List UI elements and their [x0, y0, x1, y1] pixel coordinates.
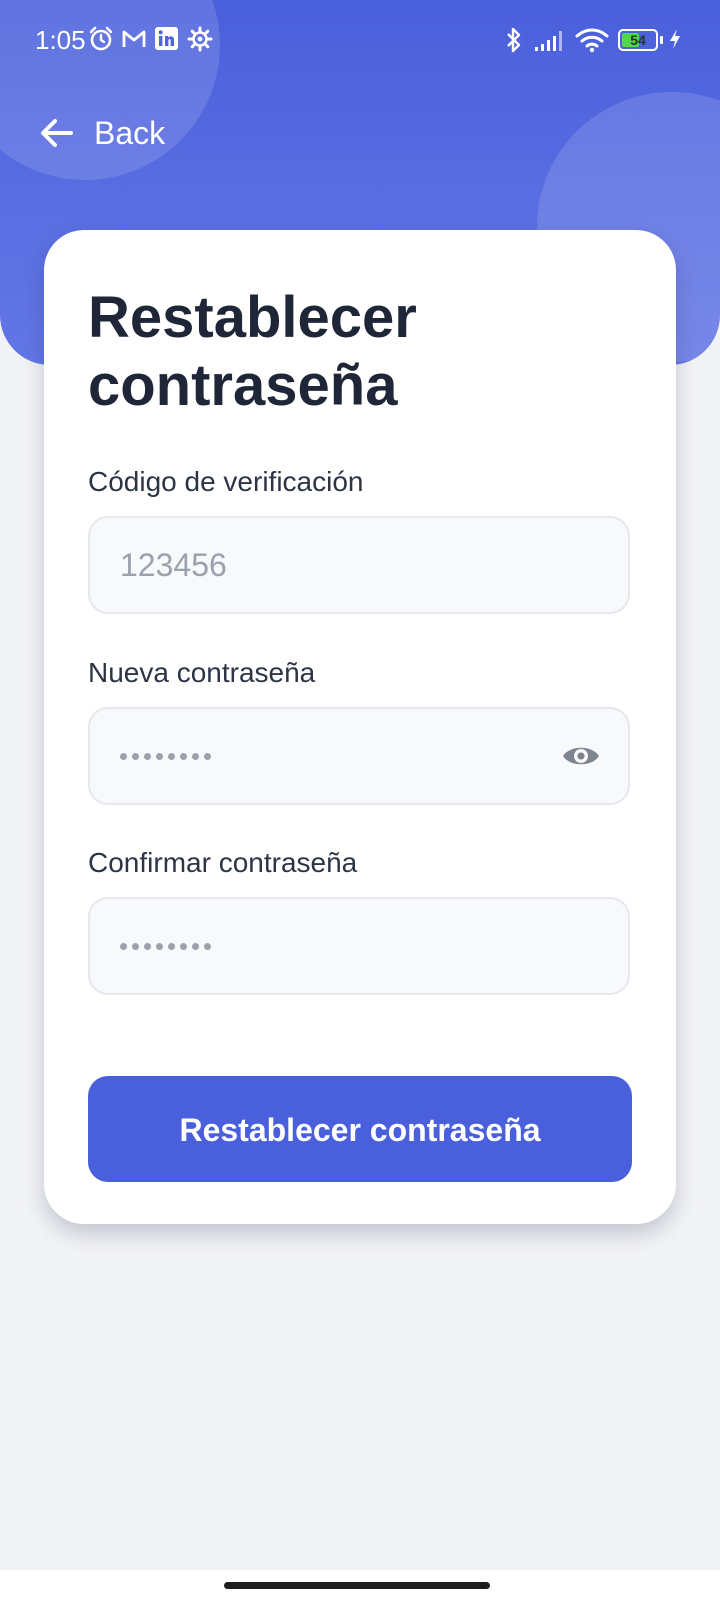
linkedin-icon	[155, 27, 178, 50]
status-time: 1:05	[35, 25, 86, 55]
verification-code-input[interactable]: 123456	[88, 516, 630, 614]
signal-icon	[535, 31, 562, 51]
new-password-label: Nueva contraseña	[88, 657, 316, 688]
back-button[interactable]: Back	[40, 108, 165, 158]
new-password-input[interactable]	[88, 707, 630, 805]
eye-icon[interactable]	[561, 741, 601, 771]
arrow-left-icon	[41, 119, 73, 147]
bluetooth-icon	[507, 27, 521, 53]
battery-tip	[660, 36, 663, 44]
charging-icon	[670, 29, 680, 49]
settings-gear-icon	[187, 26, 213, 52]
page-title: Restablecer contraseña	[88, 285, 417, 418]
gmail-icon	[122, 30, 146, 47]
confirm-password-label: Confirmar contraseña	[88, 847, 358, 878]
wifi-icon	[575, 28, 609, 53]
alarm-icon	[89, 26, 113, 51]
battery-level: 54	[630, 32, 646, 48]
reset-password-card: Restablecer contraseña Código de verific…	[44, 230, 676, 1224]
verification-code-label: Código de verificación	[88, 466, 364, 497]
new-password-mask	[120, 753, 211, 760]
reset-password-button[interactable]: Restablecer contraseña	[88, 1076, 632, 1182]
status-bar: 1:05 54	[0, 0, 720, 80]
confirm-password-mask	[120, 943, 211, 950]
battery-icon: 54	[618, 29, 658, 51]
home-indicator[interactable]	[224, 1582, 490, 1589]
verification-code-placeholder: 123456	[120, 547, 227, 583]
back-label: Back	[94, 114, 166, 151]
confirm-password-input[interactable]	[88, 897, 630, 995]
